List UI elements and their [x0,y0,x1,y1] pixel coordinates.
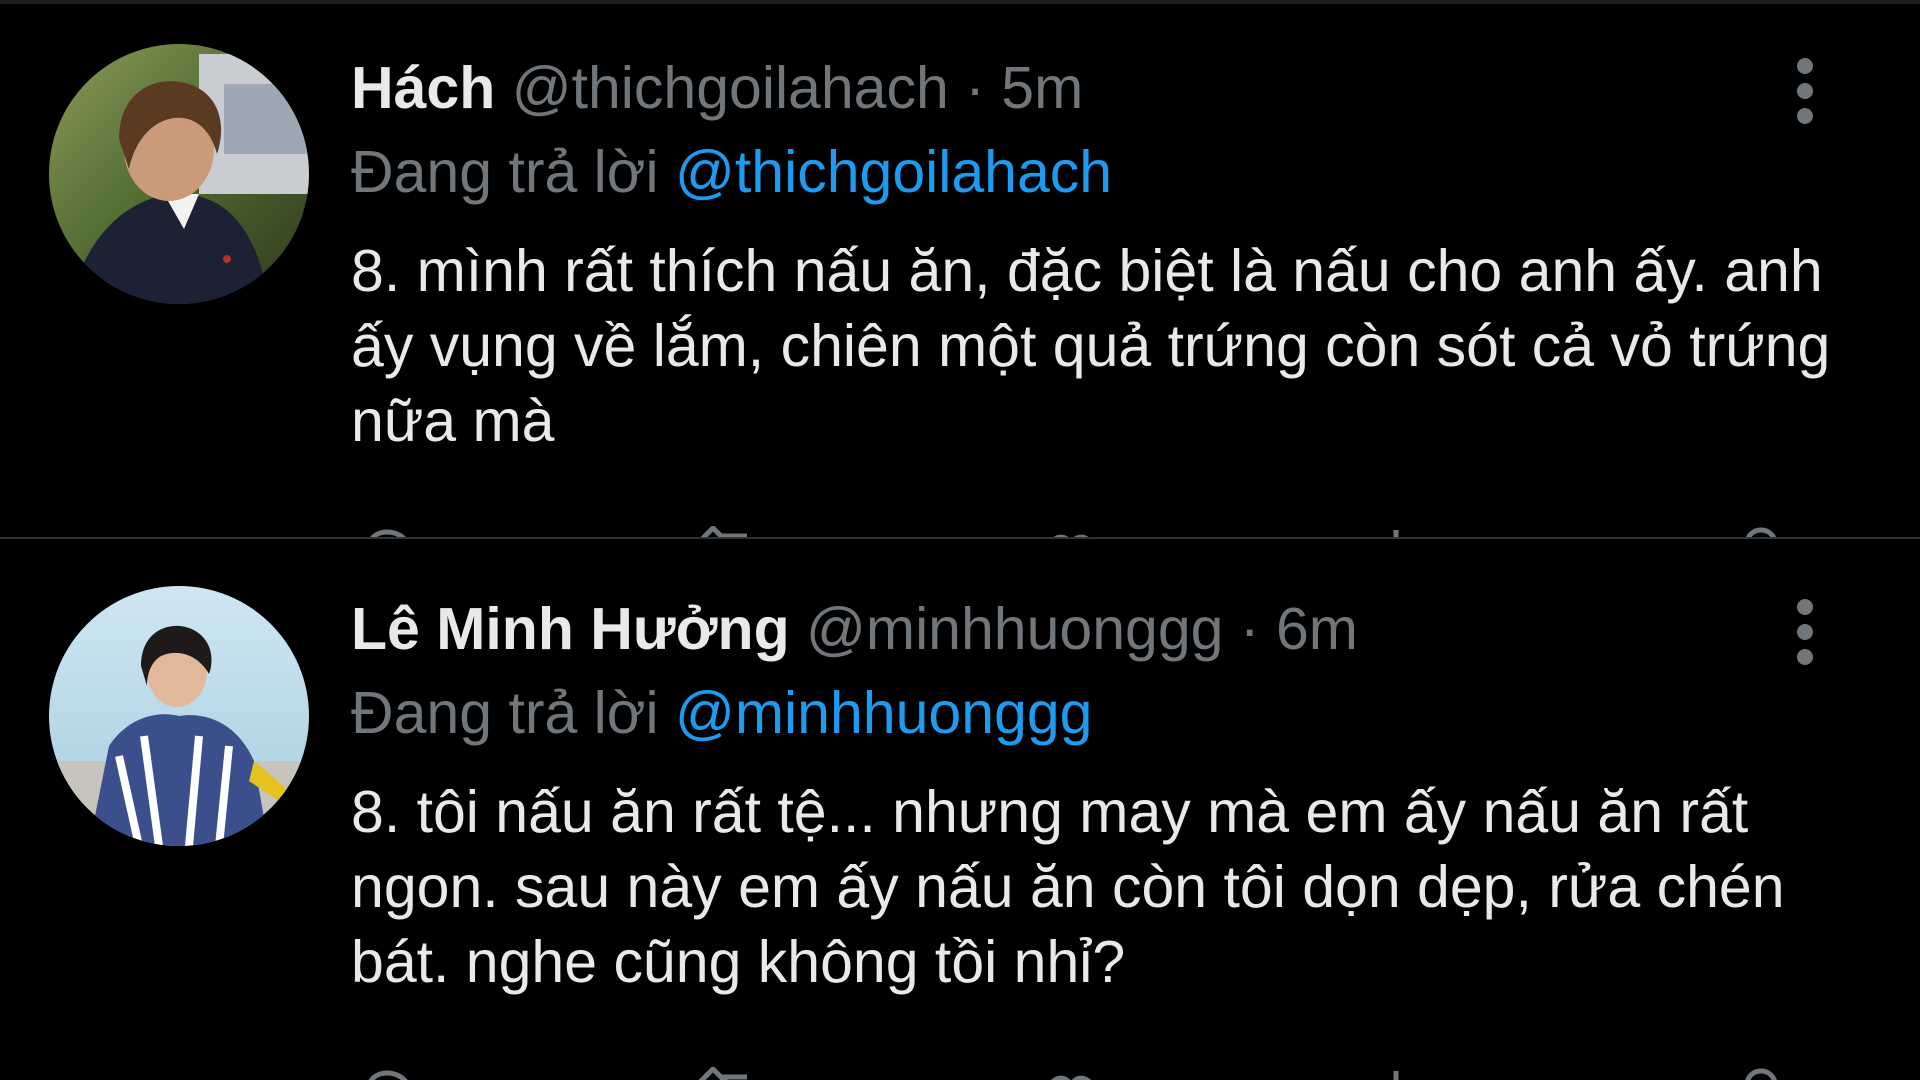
replying-to-line: Đang trả lời @minhhuonggg [351,677,1851,749]
display-name[interactable]: Lê Minh Hưởng [351,596,790,662]
tweet-header: Hách @thichgoilahach · 5m [351,52,1851,124]
tweet-content: Lê Minh Hưởng @minhhuonggg · 6m Đang trả… [351,593,1851,1000]
timestamp[interactable]: 6m [1276,596,1358,662]
tweet-card[interactable]: Lê Minh Hưởng @minhhuonggg · 6m Đang trả… [0,541,1920,1080]
more-vertical-icon[interactable] [1790,58,1820,124]
avatar-photo [49,44,309,304]
user-avatar[interactable] [49,586,309,846]
tweet-text: 8. mình rất thích nấu ăn, đặc biệt là nấ… [351,238,1831,454]
more-vertical-icon[interactable] [1790,599,1820,665]
retweet-icon[interactable] [691,1067,761,1080]
tweet-divider [0,537,1920,539]
reply-icon[interactable] [359,1067,415,1080]
reply-mention-link[interactable]: @minhhuonggg [675,680,1092,746]
replying-to-label: Đang trả lời [351,680,659,746]
reply-mention-link[interactable]: @thichgoilahach [675,139,1112,205]
share-icon[interactable] [1381,1067,1411,1080]
separator-dot: · [1239,596,1260,662]
user-handle[interactable]: @thichgoilahach [512,55,949,121]
replying-to-label: Đang trả lời [351,139,659,205]
tweet-header: Lê Minh Hưởng @minhhuonggg · 6m [351,593,1851,665]
tweet-actions [351,1067,1801,1080]
tweet-card[interactable]: Hách @thichgoilahach · 5m Đang trả lời @… [0,0,1920,539]
like-icon[interactable] [1041,1067,1101,1080]
replying-to-line: Đang trả lời @thichgoilahach [351,136,1851,208]
separator-dot: · [965,55,985,121]
tweet-content: Hách @thichgoilahach · 5m Đang trả lời @… [351,52,1851,459]
tweet-text: 8. tôi nấu ăn rất tệ... nhưng may mà em … [351,779,1785,995]
user-avatar[interactable] [49,44,309,304]
analytics-icon[interactable] [1741,1067,1781,1080]
avatar-photo [49,586,309,846]
timestamp[interactable]: 5m [1001,55,1083,121]
display-name[interactable]: Hách [351,55,495,121]
user-handle[interactable]: @minhhuonggg [806,596,1223,662]
